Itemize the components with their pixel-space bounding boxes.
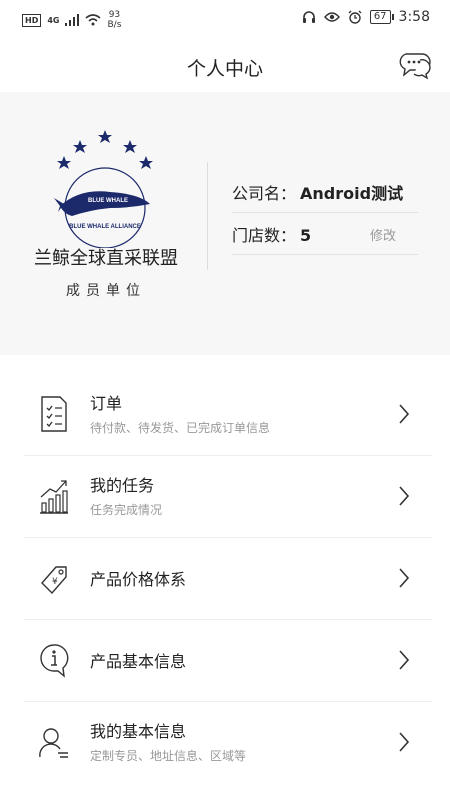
net-speed: 93 B/s [107,10,122,30]
info-icon [40,644,69,678]
menu-item-subtitle: 定制专员、地址信息、区域等 [90,749,247,763]
edit-stores-button[interactable]: 修改 [370,225,396,244]
menu-item-title: 产品价格体系 [90,570,187,589]
menu-item-subtitle: 待付款、待发货、已完成订单信息 [90,421,271,435]
clock: 3:58 [398,9,430,25]
chevron-right-icon [399,486,410,506]
message-icon[interactable] [396,52,432,80]
eye-comfort-icon [323,12,340,22]
page-title: 个人中心 [186,58,263,80]
chevron-right-icon [399,650,410,670]
company-label: 公司名： [232,184,297,203]
hd-indicator: HD [22,13,42,27]
menu-item-price-system[interactable]: ¥ 产品价格体系 [24,539,432,620]
menu-list: 订单 待付款、待发货、已完成订单信息 我的任务 任务完成情况 ¥ 产品价格体系 [0,355,450,800]
battery-indicator: 67 [369,10,394,24]
price-tag-icon: ¥ [41,566,67,595]
wifi-icon [85,14,102,26]
company-row: 公司名： Android测试 [232,180,418,213]
menu-item-title: 订单 [90,394,123,413]
title-bar: 个人中心 [0,38,450,92]
menu-item-tasks[interactable]: 我的任务 任务完成情况 [24,457,432,538]
chevron-right-icon [399,732,410,752]
member-label: 成员单位 [66,283,146,299]
logo-arc-text: BLUE WHALE ALLIANCE [69,224,141,230]
task-chart-icon [40,480,68,514]
order-list-icon [41,396,67,432]
alarm-icon [348,10,362,24]
headset-icon [302,11,315,23]
logo-wordmark: BLUE WHALE [88,198,128,204]
vertical-divider [207,162,208,270]
company-value: Android测试 [300,184,404,203]
menu-item-product-info[interactable]: 产品基本信息 [24,621,432,702]
stores-label: 门店数： [232,226,297,245]
menu-item-orders[interactable]: 订单 待付款、待发货、已完成订单信息 [24,375,432,456]
status-bar: HD 4G 93 B/s 67 3:58 [0,0,450,38]
chevron-right-icon [399,568,410,588]
stores-row: 门店数： 5 修改 [232,222,418,255]
alliance-name: 兰鲸全球直采联盟 [34,248,178,269]
menu-item-title: 产品基本信息 [90,652,187,671]
blue-whale-logo: BLUE WHALE BLUE WHALE ALLIANCE [54,130,153,248]
network-type: 4G [47,15,60,25]
signal-icon [65,14,80,26]
svg-text:¥: ¥ [52,577,58,587]
menu-item-title: 我的任务 [90,476,155,495]
chevron-right-icon [399,404,410,424]
menu-item-subtitle: 任务完成情况 [90,503,163,517]
stores-value: 5 [300,226,312,245]
menu-item-my-info[interactable]: 我的基本信息 定制专员、地址信息、区域等 [24,703,432,783]
profile-section: BLUE WHALE BLUE WHALE ALLIANCE 兰鲸全球直采联盟 … [0,92,450,342]
menu-item-title: 我的基本信息 [90,722,187,741]
user-icon [39,728,68,758]
